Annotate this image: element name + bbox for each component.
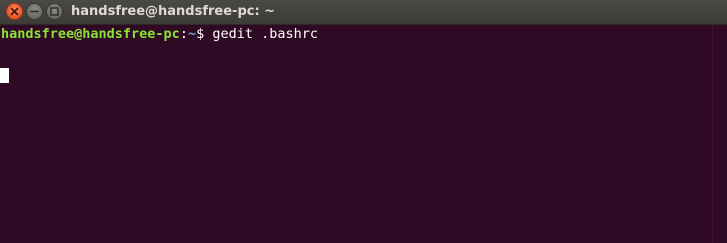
close-button[interactable] [6, 3, 23, 20]
titlebar[interactable]: handsfree@handsfree-pc: ~ [0, 0, 727, 25]
scrollbar[interactable] [712, 25, 727, 243]
prompt-user-host: handsfree@handsfree-pc [1, 26, 180, 42]
prompt-symbol: $ [196, 26, 213, 42]
minimize-icon [30, 10, 39, 13]
maximize-icon [50, 7, 59, 16]
minimize-button[interactable] [26, 3, 43, 20]
terminal-output[interactable]: handsfree@handsfree-pc:~$ gedit .bashrc [0, 25, 713, 243]
command-text: gedit .bashrc [212, 26, 319, 42]
window-title: handsfree@handsfree-pc: ~ [71, 4, 276, 19]
maximize-button[interactable] [46, 3, 63, 20]
prompt-path: ~ [187, 26, 197, 42]
terminal-window: handsfree@handsfree-pc: ~ handsfree@hand… [0, 0, 727, 243]
text-cursor [0, 68, 9, 83]
command-line: handsfree@handsfree-pc:~$ gedit .bashrc [1, 26, 318, 43]
prompt-separator: : [179, 26, 188, 42]
close-icon [10, 7, 19, 16]
